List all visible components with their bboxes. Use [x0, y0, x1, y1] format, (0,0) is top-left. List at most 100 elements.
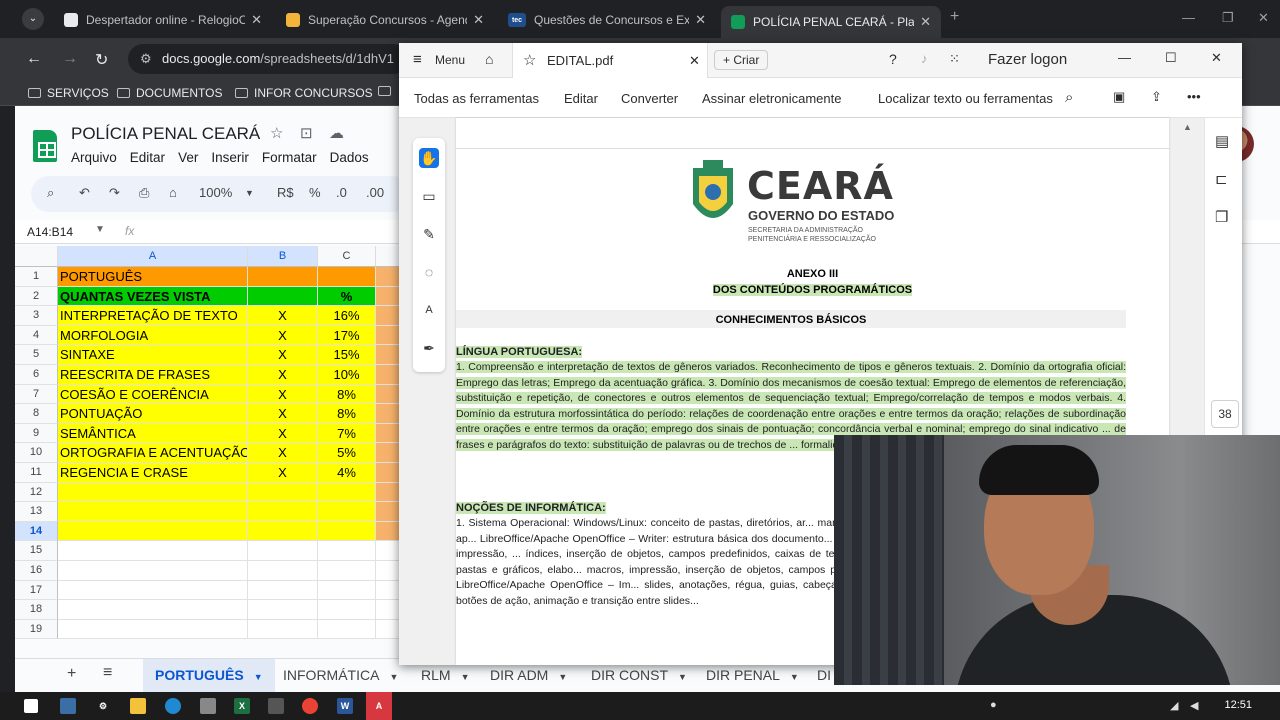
cell-b13[interactable] [248, 502, 318, 522]
sheet-tab-dir-const[interactable]: DIR CONST ▼ [591, 667, 687, 683]
maximize-icon[interactable]: ☐ [1165, 50, 1177, 66]
row-header[interactable]: 12 [15, 482, 58, 503]
menu-button[interactable]: Menu [435, 53, 465, 67]
hand-tool-icon[interactable]: ✋ [419, 148, 439, 168]
row-header[interactable]: 1 [15, 267, 58, 287]
cell-c15[interactable] [318, 541, 376, 561]
menu-dados[interactable]: Dados [330, 150, 369, 165]
bookmark-folder[interactable]: INFOR CONCURSOS [235, 86, 373, 100]
comment-icon[interactable]: ▭ [419, 186, 439, 206]
minimize-icon[interactable]: — [1118, 50, 1131, 65]
add-sheet-icon[interactable]: + [67, 665, 76, 683]
bookmark-icon[interactable]: ⊏ [1215, 170, 1228, 188]
cell-b4[interactable]: X [248, 325, 318, 346]
convert-button[interactable]: Converter [621, 91, 678, 106]
cell-b8[interactable]: X [248, 404, 318, 424]
cell-c6[interactable]: 10% [318, 365, 376, 385]
star-icon[interactable]: ☆ [270, 124, 283, 142]
corner-header[interactable] [15, 246, 58, 267]
sign-icon[interactable]: ✒ [419, 338, 439, 358]
text-select-icon[interactable]: A [419, 300, 439, 320]
chevron-down-icon[interactable]: ▼ [558, 672, 567, 682]
row-header[interactable]: 8 [15, 404, 58, 424]
close-window-icon[interactable]: ✕ [1258, 10, 1269, 26]
print-icon[interactable]: ⎙ [139, 185, 149, 201]
pen-icon[interactable]: ✎ [419, 224, 439, 244]
browser-tab[interactable]: Despertador online - RelogioOn ✕ [54, 6, 272, 34]
chevron-down-icon[interactable]: ▼ [678, 672, 687, 682]
cell-c4[interactable]: 17% [318, 325, 376, 346]
maximize-icon[interactable]: ❐ [1222, 10, 1234, 26]
percent-button[interactable]: % [309, 185, 321, 200]
login-button[interactable]: Fazer logon [988, 51, 1067, 68]
cell-a9[interactable]: SEMÂNTICA [58, 423, 248, 444]
cell-b7[interactable]: X [248, 384, 318, 405]
row-header[interactable]: 3 [15, 306, 58, 326]
browser-tab[interactable]: tec Questões de Concursos e Exam ✕ [498, 6, 716, 34]
cloud-status-icon[interactable]: ☁ [329, 124, 344, 142]
create-button[interactable]: + Criar [714, 50, 769, 70]
comments-icon[interactable]: ▤ [1215, 132, 1229, 150]
close-tab-icon[interactable]: ✕ [695, 12, 706, 28]
cell-b6[interactable]: X [248, 365, 318, 385]
edit-button[interactable]: Editar [564, 91, 598, 106]
bookmark-folder[interactable]: DOCUMENTOS [117, 86, 222, 100]
menu-formatar[interactable]: Formatar [262, 150, 317, 165]
row-header[interactable]: 7 [15, 384, 58, 405]
cell-b12[interactable] [248, 482, 318, 503]
row-header[interactable]: 6 [15, 365, 58, 385]
all-sheets-icon[interactable]: ≡ [103, 664, 112, 682]
app-icon[interactable] [200, 698, 216, 714]
bookmark-folder[interactable] [378, 86, 397, 96]
decrease-decimal-button[interactable]: .0 [336, 185, 347, 200]
cell-c2[interactable]: % [318, 286, 376, 307]
cell-a12[interactable] [58, 482, 248, 503]
cell-c16[interactable] [318, 561, 376, 581]
cell-b10[interactable]: X [248, 443, 318, 463]
network-icon[interactable]: ◢ [1170, 699, 1178, 712]
cell-a8[interactable]: PONTUAÇÃO [58, 404, 248, 424]
cell-a3[interactable]: INTERPRETAÇÃO DE TEXTO [58, 306, 248, 326]
cell-c3[interactable]: 16% [318, 306, 376, 326]
word-icon[interactable]: W [337, 698, 353, 714]
close-tab-icon[interactable]: ✕ [251, 12, 262, 28]
sign-button[interactable]: Assinar eletronicamente [702, 91, 841, 106]
chevron-down-icon[interactable]: ▼ [389, 672, 398, 682]
cell-a1[interactable]: PORTUGUÊS [58, 267, 248, 287]
cell-a14[interactable] [58, 521, 248, 542]
menu-inserir[interactable]: Inserir [211, 150, 249, 165]
cell-b3[interactable]: X [248, 306, 318, 326]
cell-c19[interactable] [318, 619, 376, 640]
row-header[interactable]: 4 [15, 325, 58, 346]
row-header[interactable]: 19 [15, 619, 58, 640]
row-header[interactable]: 2 [15, 286, 58, 307]
chevron-down-icon[interactable]: ▼ [245, 188, 254, 198]
cell-b9[interactable]: X [248, 423, 318, 444]
search-icon[interactable]: ⌕ [1065, 89, 1073, 106]
sheets-logo-icon[interactable] [33, 130, 57, 162]
bookmark-folder[interactable]: SERVIÇOS [28, 86, 109, 100]
row-header[interactable]: 10 [15, 443, 58, 463]
cell-a19[interactable] [58, 619, 248, 640]
star-icon[interactable]: ☆ [523, 51, 536, 69]
cell-a15[interactable] [58, 541, 248, 561]
cell-a7[interactable]: COESÃO E COERÊNCIA [58, 384, 248, 405]
address-bar[interactable]: ⚙ docs.google.com/spreadsheets/d/1dhV1 [128, 44, 408, 74]
paint-format-icon[interactable]: ⌂ [169, 185, 177, 200]
row-header[interactable]: 14 [15, 521, 58, 542]
cell-a6[interactable]: REESCRITA DE FRASES [58, 365, 248, 385]
mic-icon[interactable]: ● [990, 699, 997, 711]
cell-a5[interactable]: SINTAXE [58, 345, 248, 365]
cell-a13[interactable] [58, 502, 248, 522]
all-tools-button[interactable]: Todas as ferramentas [414, 91, 539, 106]
site-info-icon[interactable]: ⚙ [140, 51, 152, 67]
sheet-tab-di[interactable]: DI [817, 667, 831, 683]
new-tab-button[interactable]: + [950, 8, 959, 26]
cell-a2[interactable]: QUANTAS VEZES VISTA [58, 286, 248, 307]
edge-icon[interactable] [165, 698, 181, 714]
column-header-c[interactable]: C [318, 246, 376, 267]
cell-b11[interactable]: X [248, 463, 318, 483]
zoom-select[interactable]: 100% [199, 185, 232, 200]
row-header[interactable]: 13 [15, 502, 58, 522]
upload-icon[interactable]: ⇪ [1151, 89, 1162, 105]
